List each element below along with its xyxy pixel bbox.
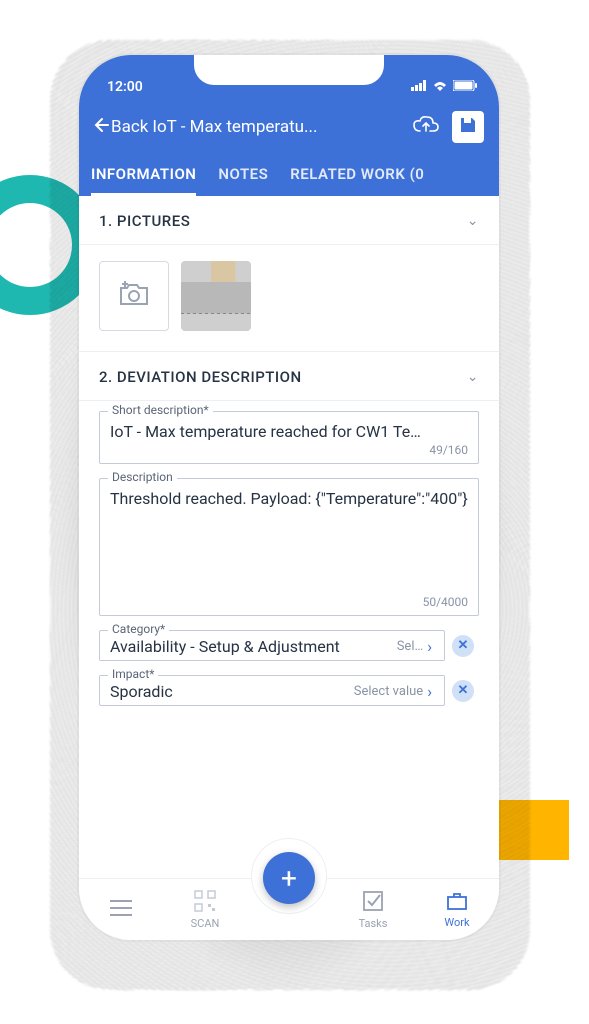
page-title: IoT - Max temperatu... bbox=[152, 117, 403, 137]
short-description-field[interactable]: Short description* IoT - Max temperature… bbox=[99, 411, 479, 464]
qr-scan-icon bbox=[194, 890, 216, 915]
nav-scan[interactable]: SCAN bbox=[175, 890, 235, 930]
nav-tasks-label: Tasks bbox=[359, 917, 388, 930]
content-area: 1. PICTURES ⌄ 2. DEVIATION DESCRIPTION ⌄… bbox=[79, 196, 499, 879]
close-icon: ✕ bbox=[458, 638, 469, 653]
category-field[interactable]: Category* Availability - Setup & Adjustm… bbox=[99, 630, 445, 661]
cloud-upload-button[interactable] bbox=[407, 108, 445, 146]
short-description-counter: 49/160 bbox=[110, 443, 468, 459]
cloud-upload-icon bbox=[413, 115, 439, 139]
nav-work[interactable]: Work bbox=[427, 891, 487, 929]
description-field[interactable]: Description Threshold reached. Payload: … bbox=[99, 478, 479, 616]
close-icon: ✕ bbox=[458, 683, 469, 698]
app-header: Back IoT - Max temperatu... INFORMATION … bbox=[79, 99, 499, 196]
category-clear-button[interactable]: ✕ bbox=[452, 635, 474, 657]
back-button[interactable]: Back bbox=[91, 116, 148, 139]
section-pictures-header[interactable]: 1. PICTURES ⌄ bbox=[79, 196, 499, 245]
description-label: Description bbox=[108, 470, 177, 484]
tabs: INFORMATION NOTES RELATED WORK (0 bbox=[91, 155, 487, 196]
add-fab-button[interactable]: + bbox=[263, 852, 315, 904]
section-deviation-title: 2. DEVIATION DESCRIPTION bbox=[99, 368, 302, 386]
category-hint: Sel… bbox=[397, 639, 423, 654]
save-icon bbox=[458, 115, 478, 139]
impact-field[interactable]: Impact* Sporadic Select value › ✕ bbox=[99, 675, 445, 706]
battery-icon bbox=[453, 79, 477, 95]
impact-clear-button[interactable]: ✕ bbox=[452, 680, 474, 702]
signal-icon bbox=[411, 79, 427, 95]
phone-notch bbox=[194, 55, 384, 85]
category-label: Category* bbox=[108, 622, 169, 636]
nav-menu[interactable] bbox=[91, 900, 151, 919]
tasks-icon bbox=[362, 890, 384, 915]
tab-related-work[interactable]: RELATED WORK (0 bbox=[290, 155, 424, 196]
description-value: Threshold reached. Payload: {"Temperatur… bbox=[110, 485, 468, 595]
plus-icon: + bbox=[281, 862, 297, 895]
tab-information[interactable]: INFORMATION bbox=[91, 155, 196, 196]
description-counter: 50/4000 bbox=[110, 595, 468, 611]
arrow-left-icon bbox=[91, 116, 109, 139]
impact-label: Impact* bbox=[108, 667, 158, 681]
short-description-label: Short description* bbox=[108, 403, 213, 417]
photo-thumbnail[interactable] bbox=[181, 261, 251, 331]
add-photo-button[interactable] bbox=[99, 261, 169, 331]
pictures-row bbox=[79, 245, 499, 352]
chevron-right-icon: › bbox=[427, 637, 432, 656]
nav-tasks[interactable]: Tasks bbox=[343, 890, 403, 930]
impact-value: Sporadic bbox=[110, 682, 354, 701]
nav-scan-label: SCAN bbox=[191, 917, 220, 930]
wifi-icon bbox=[432, 79, 448, 95]
short-description-value: IoT - Max temperature reached for CW1 Te… bbox=[110, 418, 468, 443]
chevron-right-icon: › bbox=[427, 682, 432, 701]
hamburger-icon bbox=[110, 900, 132, 919]
phone-frame: 12:00 Back IoT - Max temperatu... I bbox=[79, 55, 499, 940]
nav-work-label: Work bbox=[444, 916, 469, 929]
section-pictures-title: 1. PICTURES bbox=[99, 212, 190, 230]
chevron-down-icon: ⌄ bbox=[467, 369, 479, 385]
impact-hint: Select value bbox=[354, 684, 423, 699]
deviation-fields: Short description* IoT - Max temperature… bbox=[79, 401, 499, 724]
briefcase-icon bbox=[446, 891, 468, 914]
chevron-down-icon: ⌄ bbox=[467, 213, 479, 229]
section-deviation-header[interactable]: 2. DEVIATION DESCRIPTION ⌄ bbox=[79, 352, 499, 401]
save-button[interactable] bbox=[449, 108, 487, 146]
tab-notes[interactable]: NOTES bbox=[218, 155, 268, 196]
category-value: Availability - Setup & Adjustment bbox=[110, 637, 397, 656]
status-time: 12:00 bbox=[107, 79, 143, 95]
status-icons bbox=[411, 79, 477, 95]
back-label: Back bbox=[111, 117, 148, 137]
camera-plus-icon bbox=[117, 280, 151, 312]
